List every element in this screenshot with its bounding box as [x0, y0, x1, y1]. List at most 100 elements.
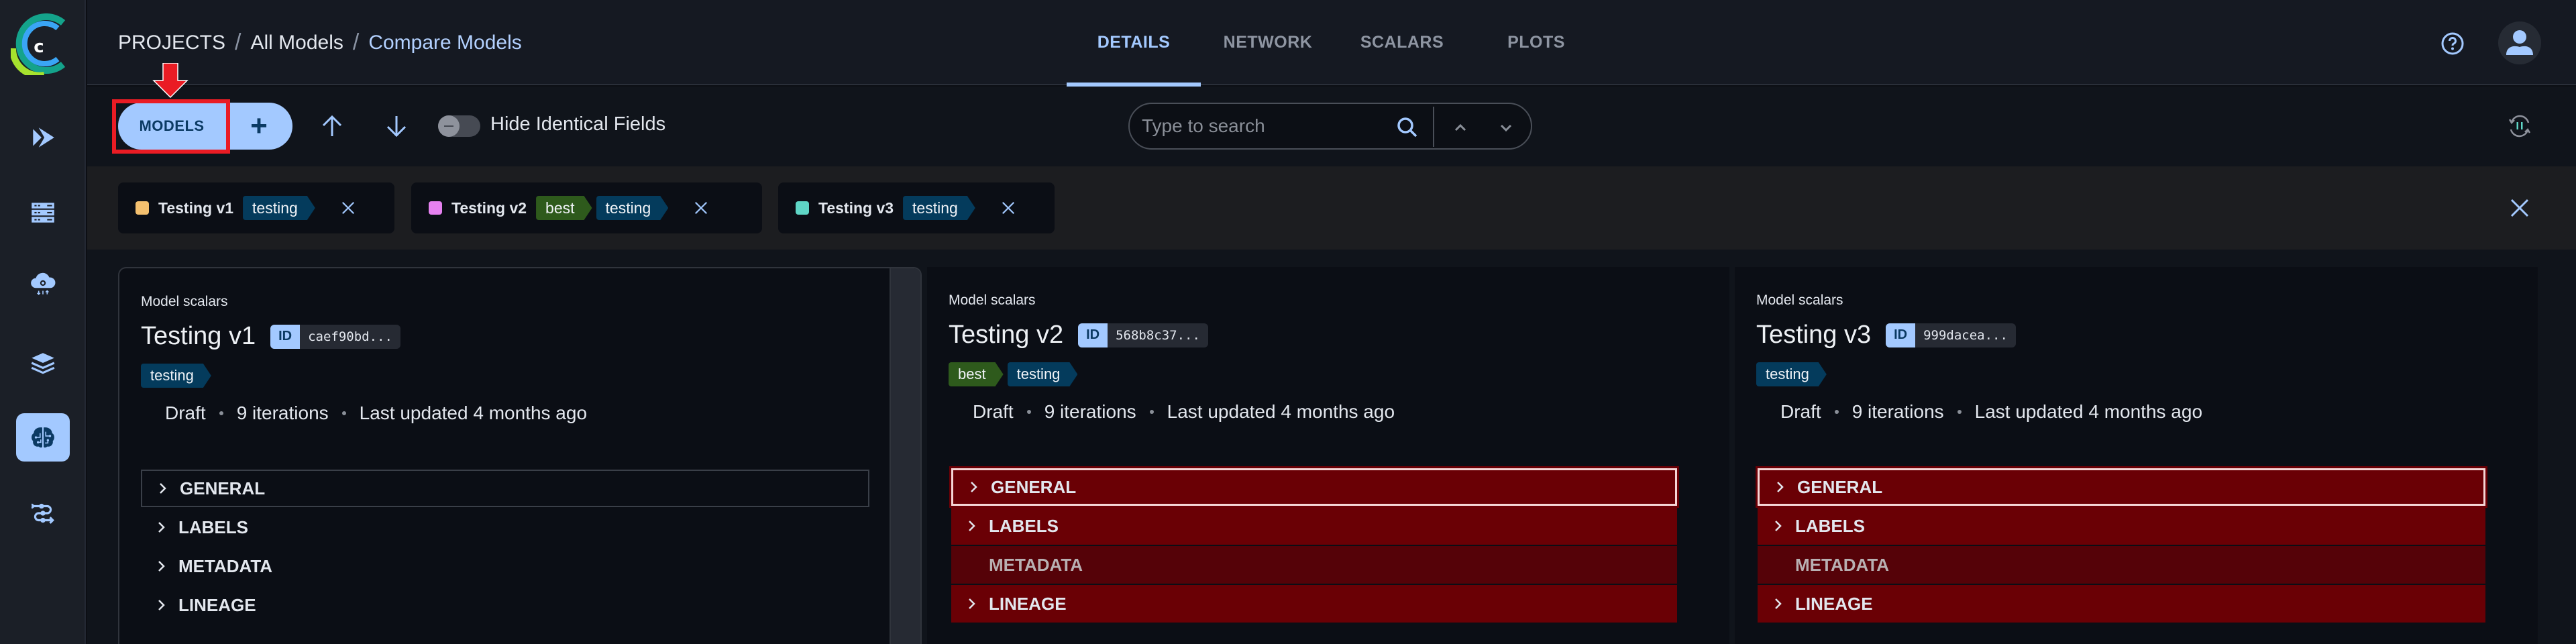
section-labels[interactable]: LABELS [951, 507, 1677, 545]
section-label: METADATA [989, 554, 1083, 575]
add-model-button[interactable]: + [225, 103, 292, 150]
id-label: ID [1078, 323, 1108, 347]
close-icon [2510, 199, 2529, 217]
sidebar-item-models[interactable] [16, 413, 70, 462]
model-card: Model scalars Testing v1 ID caef90bd... … [118, 267, 922, 644]
model-chip[interactable]: Testing v1 testing [118, 182, 394, 233]
sidebar: c [0, 0, 86, 644]
tab-plots[interactable]: PLOTS [1469, 0, 1603, 85]
iterations-text: 9 iterations [1044, 401, 1136, 422]
tag-best: best [949, 362, 1004, 386]
separator-dot [341, 411, 346, 415]
model-card: Model scalars Testing v2 ID 568b8c37... … [927, 267, 1729, 644]
section-label: LINEAGE [1795, 593, 1873, 614]
card-meta: Draft 9 iterations Last updated 4 months… [1780, 401, 2202, 423]
model-chip[interactable]: Testing v3 testing [778, 182, 1055, 233]
sidebar-item-projects[interactable] [16, 339, 70, 387]
clearml-logo[interactable]: c [9, 13, 67, 79]
close-compare-bar-button[interactable] [2509, 197, 2530, 219]
id-value: 999dacea... [1923, 327, 2008, 343]
id-badge[interactable]: ID 999dacea... [1886, 323, 2016, 347]
section-lineage[interactable]: LINEAGE [141, 586, 869, 624]
search-input[interactable] [1142, 115, 1397, 137]
card-sections: GENERAL LABELS METADATA LINEAGE [951, 468, 1677, 624]
last-updated-text: Last updated 4 months ago [1167, 401, 1395, 422]
model-color-swatch [136, 201, 149, 215]
section-label: LABELS [178, 517, 248, 537]
remove-model-button[interactable] [338, 198, 358, 218]
section-labels[interactable]: LABELS [1758, 507, 2485, 545]
id-value: caef90bd... [308, 329, 392, 344]
chevron-right-icon [965, 596, 979, 611]
layers-icon [31, 353, 55, 374]
id-label: ID [1886, 323, 1916, 347]
section-metadata[interactable]: METADATA [141, 547, 869, 585]
tab-scalars[interactable]: SCALARS [1335, 0, 1469, 85]
hide-identical-label: Hide Identical Fields [490, 113, 666, 135]
arrow-down-icon [386, 116, 407, 138]
sidebar-item-experiments[interactable] [16, 113, 70, 162]
move-down-button[interactable] [381, 111, 412, 142]
model-chip-name: Testing v3 [818, 199, 894, 217]
sidebar-item-pipelines[interactable] [16, 489, 70, 537]
id-badge[interactable]: ID caef90bd... [270, 324, 400, 349]
section-lineage[interactable]: LINEAGE [1758, 585, 2485, 623]
card-scrollbar[interactable] [890, 268, 920, 644]
arrow-up-icon [322, 115, 342, 136]
tab-details[interactable]: DETAILS [1067, 0, 1201, 87]
breadcrumb-all-models[interactable]: All Models [250, 32, 343, 54]
section-labels[interactable]: LABELS [141, 508, 869, 546]
move-up-button[interactable] [317, 111, 347, 142]
model-chip[interactable]: Testing v2 best testing [411, 182, 762, 233]
close-icon [695, 201, 708, 215]
sidebar-item-orchestration[interactable] [16, 260, 70, 308]
toggle-knob [438, 115, 460, 137]
top-header: PROJECTS / All Models / Compare Models D… [87, 0, 2576, 87]
model-color-swatch [429, 201, 442, 215]
pipeline-arrow-icon [33, 127, 54, 148]
hide-identical-toggle[interactable] [438, 115, 480, 137]
card-title-row: Testing v2 ID 568b8c37... [949, 321, 1208, 350]
last-updated-text: Last updated 4 months ago [1974, 401, 2203, 422]
separator-dot [1026, 410, 1031, 414]
chevron-right-icon [154, 559, 169, 574]
chevron-right-icon [965, 519, 979, 533]
section-label: LABELS [989, 515, 1059, 536]
tag-testing: testing [596, 196, 669, 220]
card-meta: Draft 9 iterations Last updated 4 months… [973, 401, 1395, 423]
compared-models-bar: Testing v1 testing Testing v2 best testi… [87, 166, 2576, 250]
annotation-highlight-box [112, 99, 230, 154]
auto-refresh-paused-icon[interactable] [2506, 113, 2533, 140]
tab-network[interactable]: NETWORK [1201, 0, 1335, 85]
id-badge[interactable]: ID 568b8c37... [1078, 323, 1208, 347]
section-general[interactable]: GENERAL [1758, 468, 2485, 506]
chevron-right-icon [1773, 480, 1788, 494]
section-label: GENERAL [991, 476, 1077, 497]
iterations-text: 9 iterations [236, 402, 329, 423]
card-sections: GENERAL LABELS METADATA LINEAGE [141, 470, 869, 625]
user-icon [2506, 30, 2533, 55]
previous-match-icon[interactable] [1449, 116, 1472, 139]
breadcrumb-separator: / [235, 30, 241, 55]
remove-model-button[interactable] [691, 198, 711, 218]
help-button[interactable] [2440, 32, 2465, 56]
help-circle-icon [2441, 32, 2464, 55]
remove-model-button[interactable] [998, 198, 1018, 218]
breadcrumb-projects[interactable]: PROJECTS [118, 32, 225, 54]
search-icon[interactable] [1396, 116, 1419, 139]
pipelines-icon [31, 503, 54, 524]
section-general[interactable]: GENERAL [141, 470, 869, 507]
svg-text:c: c [34, 37, 44, 57]
section-general[interactable]: GENERAL [951, 468, 1677, 506]
user-avatar[interactable] [2498, 21, 2541, 64]
status-text: Draft [165, 402, 206, 423]
card-sections: GENERAL LABELS METADATA LINEAGE [1758, 468, 2485, 624]
card-tags: testing [1756, 362, 1831, 386]
chevron-right-icon [156, 481, 170, 496]
section-lineage[interactable]: LINEAGE [951, 585, 1677, 623]
next-match-icon[interactable] [1495, 116, 1517, 139]
card-title-row: Testing v1 ID caef90bd... [141, 322, 400, 351]
close-icon [1002, 201, 1014, 215]
sidebar-item-datasets[interactable] [16, 189, 70, 237]
compare-toolbar: MODELS + Hide Identical Fields [87, 63, 2576, 166]
